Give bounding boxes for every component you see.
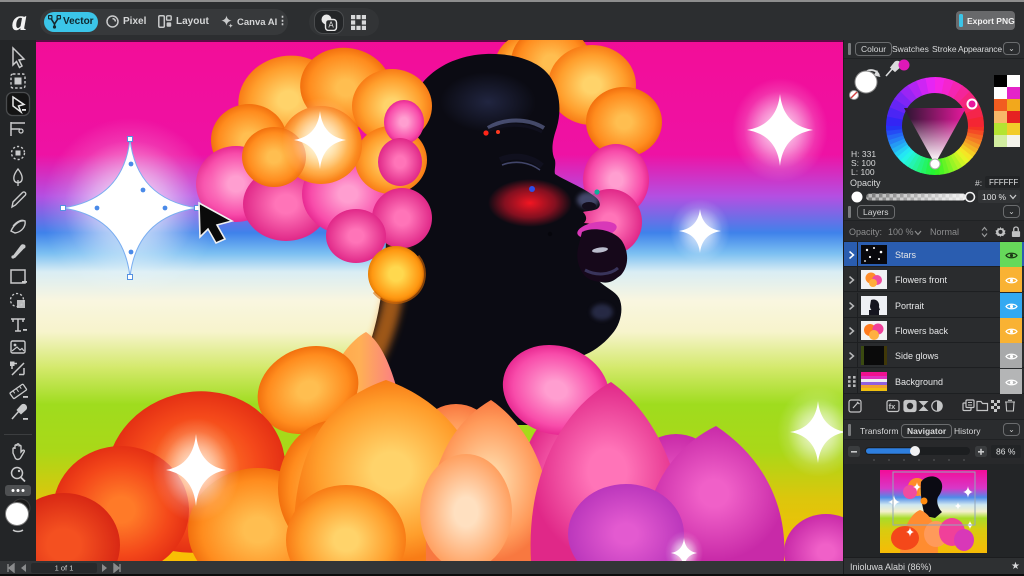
- svg-text:#:: #:: [975, 178, 982, 188]
- svg-text:Opacity: Opacity: [850, 178, 881, 188]
- svg-text:86 %: 86 %: [996, 447, 1016, 457]
- svg-text:L: 100: L: 100: [851, 167, 875, 177]
- svg-text:1 of 1: 1 of 1: [55, 564, 74, 573]
- svg-text:fx: fx: [889, 402, 896, 411]
- svg-text:A: A: [328, 21, 334, 30]
- svg-text:100 %: 100 %: [982, 192, 1007, 202]
- svg-text:FFFFFF: FFFFFF: [989, 178, 1018, 187]
